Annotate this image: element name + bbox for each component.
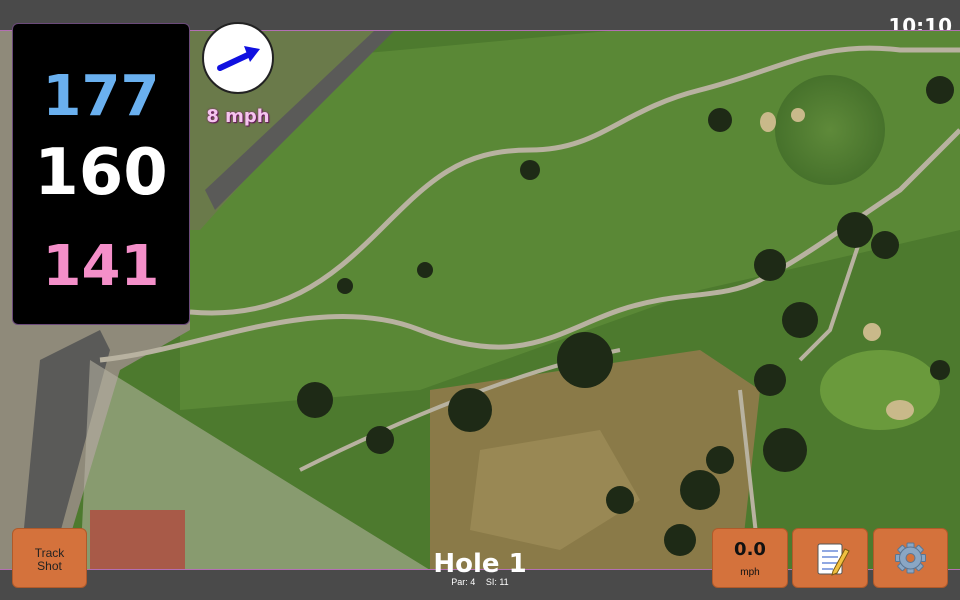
gear-icon: [895, 542, 926, 574]
front-distance: 141: [42, 234, 160, 299]
par-label: Par: 4: [451, 577, 476, 587]
stroke-index-label: SI: 11: [485, 577, 509, 587]
wind-direction-arrow-icon: [217, 46, 260, 71]
settings-button[interactable]: [873, 528, 948, 588]
speed-unit: mph: [740, 567, 760, 578]
notes-button[interactable]: [792, 528, 868, 588]
distance-panel: 177 160 141: [12, 23, 190, 325]
wind-indicator: [202, 22, 274, 94]
speed-button[interactable]: 0.0 mph: [712, 528, 788, 588]
hole-title: Hole 1: [433, 549, 527, 579]
back-distance: 177: [42, 64, 160, 129]
hole-info: Par: 4 SI: 11: [400, 577, 560, 587]
wind-speed-label: 8 mph: [206, 106, 270, 127]
track-shot-button[interactable]: Track Shot: [12, 528, 87, 588]
notepad-icon: [817, 543, 850, 576]
center-distance: 160: [34, 136, 168, 210]
track-shot-label-line2: Shot: [37, 559, 62, 573]
speed-value: 0.0: [734, 539, 766, 560]
